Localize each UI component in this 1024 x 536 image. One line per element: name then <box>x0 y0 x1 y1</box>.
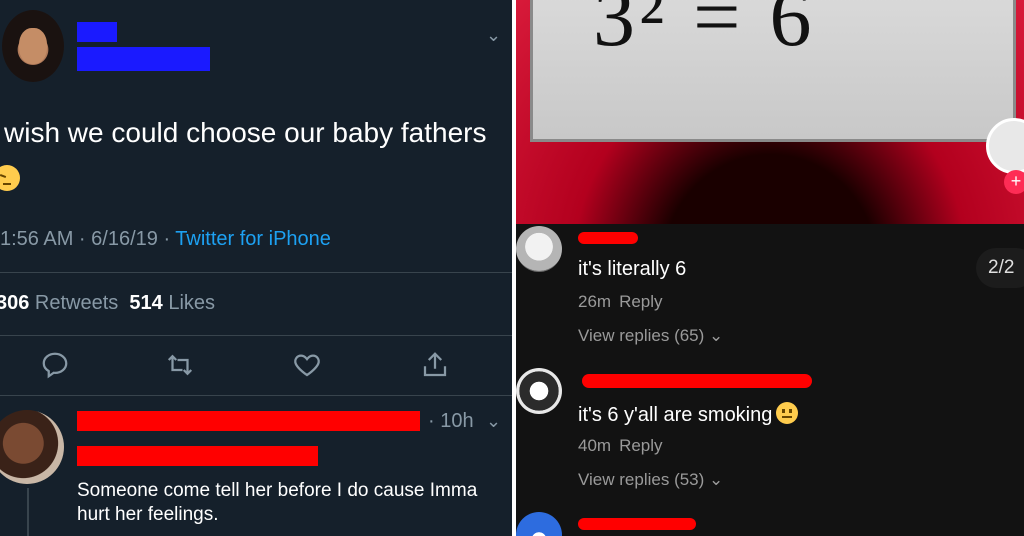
retweets-label[interactable]: Retweets <box>29 292 129 314</box>
tweet-timestamp: 1:56 AM · 6/16/19 · <box>0 228 176 250</box>
page-counter: 2/2 <box>976 248 1024 288</box>
author-avatar[interactable] <box>2 10 64 82</box>
view-replies-label[interactable]: View replies (53) <box>578 470 704 489</box>
chevron-down-icon: ⌄ <box>709 326 724 345</box>
reply-button[interactable]: Reply <box>619 292 662 311</box>
redacted-commenter-name <box>582 374 812 388</box>
follow-plus-icon[interactable]: + <box>1004 170 1024 194</box>
tweet-source-link[interactable]: Twitter for iPhone <box>175 228 331 250</box>
whiteboard: 3² = 6 <box>530 0 1016 142</box>
chevron-down-icon[interactable]: ⌄ <box>486 26 501 44</box>
divider <box>0 335 512 336</box>
tweet-meta: 1:56 AM · 6/16/19 · Twitter for iPhone <box>0 228 331 251</box>
tweet-text: wish we could choose our baby fathers <box>4 117 487 148</box>
reply-button[interactable]: Reply <box>619 436 662 455</box>
view-replies-button[interactable]: View replies (53) ⌄ <box>578 470 723 490</box>
video-equation: 3² = 6 <box>593 0 816 64</box>
comment-age: 26m <box>578 292 612 311</box>
video-frame[interactable]: 3² = 6 <box>516 0 1024 224</box>
reply-timestamp: · 10h <box>428 410 474 432</box>
redacted-replier-name <box>77 411 420 431</box>
retweet-icon[interactable] <box>165 350 195 380</box>
comment-text-content: it's 6 y'all are smoking <box>578 404 773 426</box>
twitter-screenshot-panel: ⌄ wish we could choose our baby fathers … <box>0 0 512 536</box>
retweets-count[interactable]: 306 <box>0 292 29 314</box>
chevron-down-icon[interactable]: ⌄ <box>486 412 501 430</box>
tiktok-screenshot-panel: 3² = 6 + it's literally 6 26m Reply View … <box>516 0 1024 536</box>
likes-label[interactable]: Likes <box>163 292 215 314</box>
commenter-avatar[interactable] <box>516 368 562 414</box>
redacted-commenter-name <box>578 232 638 244</box>
comment-age: 40m <box>578 436 612 455</box>
neutral-face-emoji-icon <box>776 402 799 424</box>
like-icon[interactable] <box>292 350 322 380</box>
divider <box>0 272 512 273</box>
reply-icon[interactable] <box>40 350 70 380</box>
redacted-replying-to <box>77 446 318 466</box>
likes-count[interactable]: 514 <box>129 292 162 314</box>
replier-avatar[interactable] <box>0 410 64 484</box>
view-replies-button[interactable]: View replies (65) ⌄ <box>578 326 723 346</box>
pensive-emoji-icon <box>0 165 20 191</box>
redacted-username <box>77 47 210 71</box>
share-icon[interactable] <box>420 350 450 380</box>
tweet-stats: 306 Retweets 514 Likes <box>0 292 215 315</box>
comment-meta: 40m Reply <box>578 436 663 456</box>
comment-meta: 26m Reply <box>578 292 663 312</box>
comment-text: it's literally 6 <box>578 258 687 280</box>
thread-line <box>27 488 29 536</box>
view-replies-label[interactable]: View replies (65) <box>578 326 704 345</box>
commenter-avatar[interactable] <box>516 226 562 272</box>
redacted-commenter-name <box>578 518 696 530</box>
chevron-down-icon: ⌄ <box>709 470 724 489</box>
reply-text: Someone come tell her before I do cause … <box>77 480 478 525</box>
divider <box>0 395 512 396</box>
redacted-display-name <box>77 22 117 42</box>
comment-text: it's 6 y'all are smoking <box>578 402 799 427</box>
